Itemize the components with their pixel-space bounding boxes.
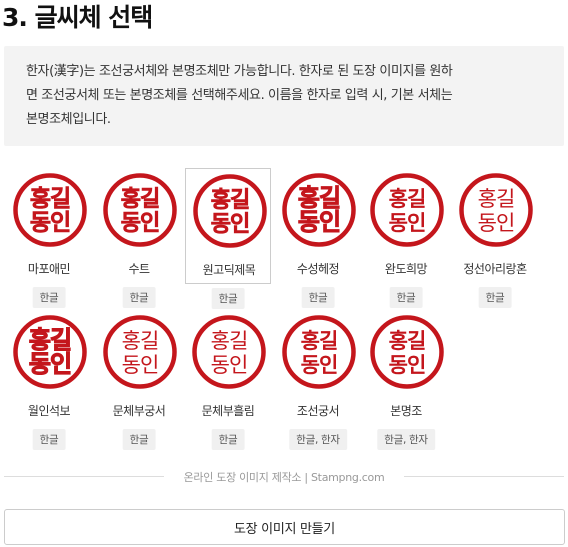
- stamp-line-2: 동인: [122, 353, 159, 377]
- script-tag-badge: 한글: [211, 288, 245, 309]
- font-option[interactable]: 홍길 동인월인석보한글: [6, 310, 92, 450]
- script-tag-badge: 한글: [122, 429, 156, 450]
- font-option[interactable]: 홍길 동인문체부궁서한글: [96, 310, 182, 450]
- footer-credit: 온라인 도장 이미지 제작소 | Stampng.com: [183, 471, 385, 484]
- font-name: 조선궁서: [296, 404, 340, 418]
- stamp-preview-icon: 홍길 동인: [102, 314, 178, 390]
- script-tag-badge: 한글: [478, 287, 512, 308]
- font-option[interactable]: 홍길 동인본명조한글, 한자: [363, 310, 449, 450]
- stamp-line-1: 홍길: [211, 188, 249, 213]
- font-option[interactable]: 홍길 동인수트한글: [96, 168, 182, 308]
- make-stamp-button[interactable]: 도장 이미지 만들기: [4, 509, 565, 545]
- stamp-preview-icon: 홍길 동인: [369, 172, 445, 248]
- font-option[interactable]: 홍길 동인마포애민한글: [6, 168, 92, 308]
- stamp-line-1: 홍길: [301, 328, 338, 353]
- notice-text: 한자(漢字)는 조선궁서체와 본명조체만 가능합니다. 한자로 된 도장 이미지…: [26, 64, 453, 127]
- font-option[interactable]: 홍길 동인조선궁서한글, 한자: [275, 310, 361, 450]
- script-tag-badge: 한글: [32, 429, 66, 450]
- stamp-preview-icon: 홍길 동인: [12, 172, 88, 248]
- stamp-line-2: 동인: [211, 212, 249, 237]
- font-option[interactable]: 홍길 동인수성헤정한글: [275, 168, 361, 308]
- script-tag-badge: 한글: [32, 287, 66, 308]
- stamp-line-2: 동인: [389, 352, 426, 377]
- stamp-line-1: 홍길: [211, 329, 248, 353]
- script-tag-badge: 한글: [389, 287, 423, 308]
- font-name: 마포애민: [27, 262, 71, 276]
- font-name: 완도희망: [384, 262, 428, 276]
- stamp-preview-icon: 홍길 동인: [458, 172, 534, 248]
- font-name: 정선아리랑혼: [463, 262, 527, 276]
- stamp-line-2: 동인: [301, 352, 338, 377]
- script-tag-badge: 한글, 한자: [289, 429, 347, 450]
- script-tag-badge: 한글, 한자: [377, 429, 435, 450]
- font-name: 본명조: [390, 404, 422, 418]
- stamp-line-1: 홍길: [121, 187, 159, 212]
- font-name: 수성헤정: [296, 262, 340, 276]
- stamp-line-1: 홍길: [389, 328, 426, 353]
- stamp-preview-icon: 홍길 동인: [281, 314, 357, 390]
- stamp-line-2: 동인: [298, 207, 340, 236]
- stamp-line-2: 동인: [121, 211, 159, 236]
- font-option[interactable]: 홍길 동인원고딕제목한글: [185, 168, 271, 309]
- font-name: 수트: [128, 262, 150, 276]
- stamp-line-2: 동인: [389, 211, 426, 235]
- stamp-line-2: 동인: [211, 353, 248, 377]
- font-name: 월인석보: [27, 404, 71, 418]
- font-option[interactable]: 홍길 동인정선아리랑혼한글: [452, 168, 538, 308]
- stamp-line-1: 홍길: [389, 187, 426, 211]
- stamp-line-1: 홍길: [122, 329, 159, 353]
- font-name: 원고딕제목: [202, 263, 256, 277]
- stamp-line-2: 동인: [29, 350, 71, 378]
- stamp-line-2: 동인: [478, 211, 515, 235]
- font-option[interactable]: 홍길 동인문체부흘림한글: [185, 310, 271, 450]
- section-title: 3. 글씨체 선택: [2, 3, 153, 32]
- script-tag-badge: 한글: [122, 287, 156, 308]
- stamp-preview-icon: 홍길 동인: [102, 172, 178, 248]
- script-tag-badge: 한글: [211, 429, 245, 450]
- notice-box: 한자(漢字)는 조선궁서체와 본명조체만 가능합니다. 한자로 된 도장 이미지…: [4, 46, 564, 146]
- stamp-preview-icon: 홍길 동인: [12, 314, 88, 390]
- script-tag-badge: 한글: [301, 287, 335, 308]
- stamp-preview-icon: 홍길 동인: [192, 173, 268, 249]
- stamp-preview-icon: 홍길 동인: [191, 314, 267, 390]
- stamp-line-2: 동인: [30, 209, 70, 236]
- stamp-line-1: 홍길: [478, 187, 515, 211]
- stamp-preview-icon: 홍길 동인: [369, 314, 445, 390]
- font-name: 문체부궁서: [112, 404, 166, 418]
- stamp-line-1: 홍길: [30, 185, 70, 212]
- font-name: 문체부흘림: [201, 404, 255, 418]
- stamp-preview-icon: 홍길 동인: [281, 172, 357, 248]
- footer-divider: 온라인 도장 이미지 제작소 | Stampng.com: [4, 471, 564, 484]
- font-option[interactable]: 홍길 동인완도희망한글: [363, 168, 449, 308]
